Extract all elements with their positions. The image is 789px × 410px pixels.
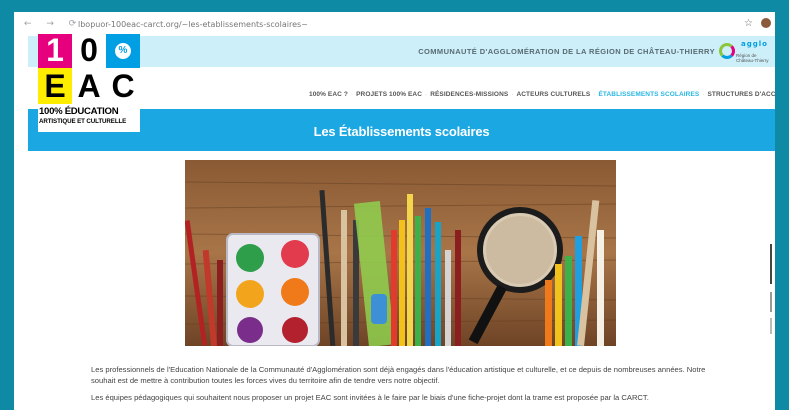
bookmark-star-icon[interactable]: ☆	[744, 18, 753, 29]
menu-item-projets-100-eac[interactable]: PROJETS 100% EAC	[356, 91, 422, 98]
agglo-logo-word: agglo	[741, 40, 768, 48]
logo-letter-e: E	[44, 68, 66, 104]
menu-item-structures-d-accueil-jeune-public[interactable]: STRUCTURES D'ACCUEIL JEUNE PUBLIC	[708, 91, 776, 98]
menu-item-tablissements-scolaires[interactable]: ÉTABLISSEMENTS SCOLAIRES	[598, 91, 699, 98]
hero-image-art-supplies	[185, 160, 616, 346]
agglo-logo-sub: Région de Château-Thierry	[736, 53, 769, 63]
browser-nav-icons[interactable]: ← → ⟳	[24, 19, 82, 29]
menu-item-r-sidences-missions[interactable]: RÉSIDENCES-MISSIONS	[430, 91, 508, 98]
vertical-side-label	[769, 244, 774, 334]
agglo-logo[interactable]: agglo Région de Château-Thierry	[719, 39, 769, 64]
menu-separator: ·	[593, 91, 596, 98]
site-logo[interactable]: 1 0 % E A C 100% ÉDUCATION ARTISTIQUE ET…	[38, 32, 140, 132]
browser-toolbar: ← → ⟳ lbopuor-100eac-carct.org/~les-etab…	[14, 12, 775, 36]
page-title: Les Établissements scolaires	[313, 124, 490, 139]
main-menu: 100% EAC ? · PROJETS 100% EAC · RÉSIDENCES-M…	[309, 91, 775, 98]
logo-percent-sign: %	[118, 45, 128, 56]
menu-separator: ·	[511, 91, 514, 98]
logo-tagline-2: ARTISTIQUE ET CULTURELLE	[39, 118, 127, 125]
menu-item-acteurs-culturels[interactable]: ACTEURS CULTURELS	[516, 91, 590, 98]
title-bar: Les Établissements scolaires	[28, 109, 775, 151]
agglo-swirl-icon	[719, 43, 735, 59]
menu-separator: ·	[702, 91, 705, 98]
address-bar[interactable]: lbopuor-100eac-carct.org/~les-etablissem…	[78, 20, 308, 29]
menu-separator: ·	[425, 91, 428, 98]
browser-window: ← → ⟳ lbopuor-100eac-carct.org/~les-etab…	[14, 12, 775, 410]
community-title: COMMUNAUTÉ D'AGGLOMÉRATION DE LA RÉGION …	[418, 47, 715, 56]
profile-avatar[interactable]	[761, 18, 771, 28]
logo-letter-a: A	[77, 68, 101, 104]
menu-separator: ·	[350, 91, 354, 98]
second-paragraph: Les équipes pédagogiques qui souhaitent …	[91, 393, 649, 402]
logo-letter-c: C	[111, 68, 135, 104]
side-label-marks	[770, 244, 772, 334]
logo-digit-zero: 0	[80, 32, 98, 68]
logo-digit-one: 1	[46, 32, 64, 68]
top-band: COMMUNAUTÉ D'AGGLOMÉRATION DE LA RÉGION …	[28, 36, 775, 67]
menu-item-100-eac[interactable]: 100% EAC ?	[309, 91, 348, 98]
logo-tagline-1: 100% ÉDUCATION	[39, 106, 119, 117]
intro-paragraph: Les professionnels de l'Education Nation…	[91, 365, 706, 385]
art-supplies-illustration	[185, 160, 616, 346]
